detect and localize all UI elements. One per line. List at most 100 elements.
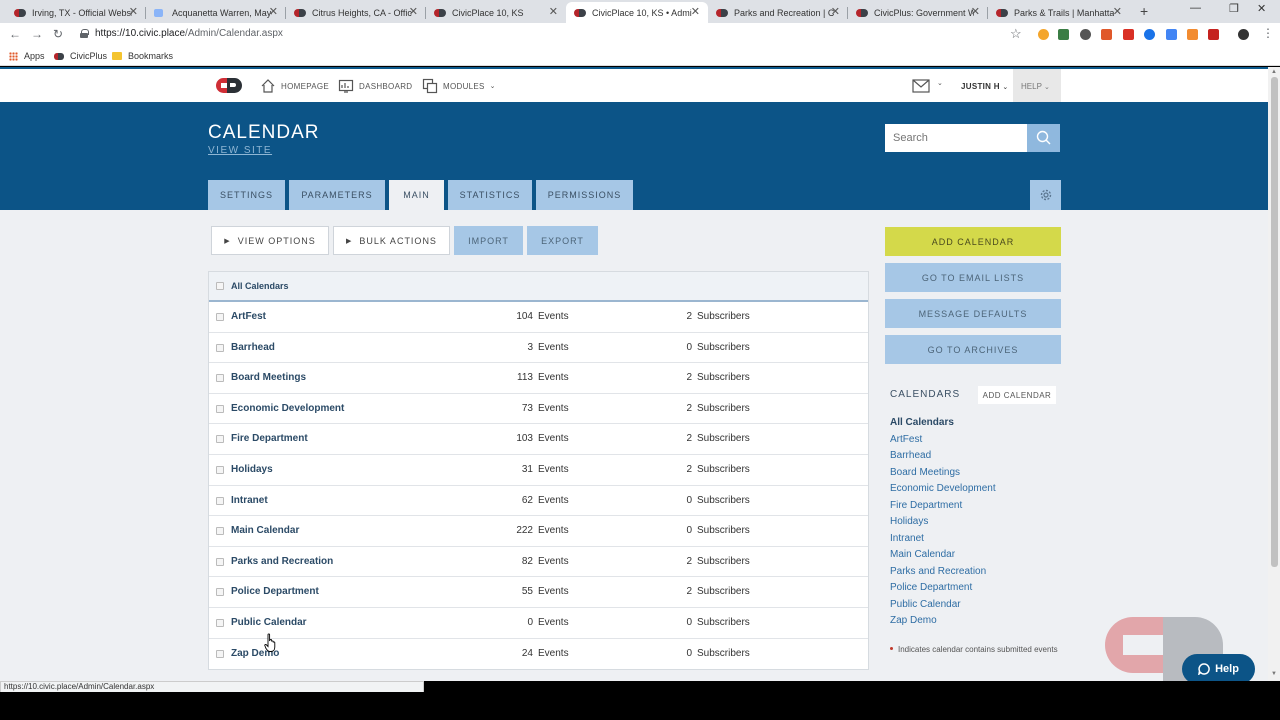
minimize-icon[interactable]: — bbox=[1190, 2, 1201, 14]
calendar-name-link[interactable]: Economic Development bbox=[231, 403, 344, 414]
sidebar-add-calendar-button[interactable]: ADD CALENDAR bbox=[978, 386, 1056, 404]
window-close-icon[interactable]: ✕ bbox=[1257, 2, 1266, 15]
browser-tab[interactable]: Parks & Trails | Manhattan ✕ bbox=[988, 2, 1130, 23]
page-scrollbar[interactable]: ▲ ▼ bbox=[1268, 67, 1280, 681]
sidebar-calendar-link[interactable]: Public Calendar bbox=[890, 599, 996, 616]
nav-dashboard[interactable]: DASHBOARD bbox=[338, 78, 412, 94]
calendar-name-link[interactable]: ArtFest bbox=[231, 311, 266, 322]
bulk-actions-button[interactable]: ▶ BULK ACTIONS bbox=[333, 226, 450, 255]
civicplus-logo[interactable] bbox=[216, 78, 242, 93]
url-field[interactable]: https://10.civic.place/Admin/Calendar.as… bbox=[95, 28, 283, 39]
close-icon[interactable]: ✕ bbox=[409, 5, 418, 18]
bookmark-folder[interactable]: Bookmarks bbox=[112, 51, 173, 61]
browser-tab[interactable]: Parks and Recreation | Civic ✕ bbox=[708, 2, 848, 23]
calendar-name-link[interactable]: Board Meetings bbox=[231, 372, 306, 383]
new-tab-icon[interactable]: + bbox=[1140, 3, 1148, 19]
row-checkbox[interactable] bbox=[216, 343, 224, 352]
tab-settings[interactable]: SETTINGS bbox=[208, 180, 285, 210]
message-defaults-button[interactable]: MESSAGE DEFAULTS bbox=[885, 299, 1061, 328]
close-icon[interactable]: ✕ bbox=[971, 5, 980, 18]
browser-tab[interactable]: Acquanetta Warren, Mayor ✕ bbox=[146, 2, 286, 23]
browser-menu-icon[interactable]: ⋮ bbox=[1262, 26, 1274, 40]
close-icon[interactable]: ✕ bbox=[269, 5, 278, 18]
row-checkbox[interactable] bbox=[216, 496, 224, 505]
bookmark-civicplus[interactable]: CivicPlus bbox=[54, 51, 107, 61]
extension-icon[interactable] bbox=[1208, 29, 1219, 40]
calendar-name-link[interactable]: Fire Department bbox=[231, 433, 308, 444]
browser-tab[interactable]: CivicPlace 10, KS ✕ bbox=[426, 2, 566, 23]
view-options-button[interactable]: ▶ VIEW OPTIONS bbox=[211, 226, 329, 255]
back-arrow-icon[interactable]: ← bbox=[9, 27, 21, 41]
archives-button[interactable]: GO TO ARCHIVES bbox=[885, 335, 1061, 364]
sidebar-calendar-link[interactable]: Barrhead bbox=[890, 450, 996, 467]
view-site-link[interactable]: VIEW SITE bbox=[208, 145, 272, 156]
user-menu[interactable]: JUSTIN H ⌄ bbox=[961, 82, 1009, 91]
help-menu[interactable]: HELP ⌄ bbox=[1013, 69, 1061, 102]
profile-avatar-icon[interactable] bbox=[1238, 29, 1249, 40]
row-checkbox[interactable] bbox=[216, 618, 224, 627]
tab-parameters[interactable]: PARAMETERS bbox=[289, 180, 385, 210]
row-checkbox[interactable] bbox=[216, 435, 224, 444]
calendar-name-link[interactable]: Main Calendar bbox=[231, 525, 299, 536]
browser-tab-active[interactable]: CivicPlace 10, KS • Admin ✕ bbox=[566, 2, 708, 23]
row-checkbox[interactable] bbox=[216, 527, 224, 536]
calendar-name-link[interactable]: Holidays bbox=[231, 464, 273, 475]
row-checkbox[interactable] bbox=[216, 374, 224, 383]
nav-homepage[interactable]: HOMEPAGE bbox=[260, 78, 329, 94]
nav-modules[interactable]: MODULES ⌄ bbox=[422, 78, 496, 94]
extension-icon[interactable] bbox=[1144, 29, 1155, 40]
help-widget-button[interactable]: Help bbox=[1182, 654, 1255, 681]
row-checkbox[interactable] bbox=[216, 313, 224, 321]
extension-icon[interactable] bbox=[1058, 29, 1069, 40]
calendar-name-link[interactable]: Police Department bbox=[231, 586, 319, 597]
close-icon[interactable]: ✕ bbox=[549, 5, 558, 18]
module-settings-button[interactable] bbox=[1030, 180, 1061, 210]
close-icon[interactable]: ✕ bbox=[129, 5, 138, 18]
search-button[interactable] bbox=[1027, 124, 1060, 152]
tab-main[interactable]: MAIN bbox=[389, 180, 444, 210]
export-button[interactable]: EXPORT bbox=[527, 226, 598, 255]
row-checkbox[interactable] bbox=[216, 588, 224, 597]
row-checkbox[interactable] bbox=[216, 404, 224, 413]
close-icon[interactable]: ✕ bbox=[691, 5, 700, 18]
tab-permissions[interactable]: PERMISSIONS bbox=[536, 180, 633, 210]
email-lists-button[interactable]: GO TO EMAIL LISTS bbox=[885, 263, 1061, 292]
calendar-name-link[interactable]: Intranet bbox=[231, 495, 268, 506]
browser-tab[interactable]: CivicPlus: Government Web ✕ bbox=[848, 2, 988, 23]
search-input[interactable] bbox=[885, 124, 1027, 152]
row-checkbox[interactable] bbox=[216, 649, 224, 658]
row-checkbox[interactable] bbox=[216, 557, 224, 566]
sidebar-calendar-link[interactable]: Fire Department bbox=[890, 500, 996, 517]
forward-arrow-icon[interactable]: → bbox=[31, 27, 43, 41]
sidebar-calendar-link[interactable]: Holidays bbox=[890, 516, 996, 533]
bookmark-star-icon[interactable]: ☆ bbox=[1010, 26, 1022, 42]
extension-icon[interactable] bbox=[1187, 29, 1198, 40]
messages-button[interactable]: ⌄ bbox=[912, 79, 943, 98]
sidebar-calendar-link[interactable]: Parks and Recreation bbox=[890, 566, 996, 583]
sidebar-calendar-link[interactable]: Intranet bbox=[890, 533, 996, 550]
reload-icon[interactable]: ↻ bbox=[53, 27, 63, 41]
extension-icon[interactable] bbox=[1166, 29, 1177, 40]
extension-icon[interactable] bbox=[1080, 29, 1091, 40]
scroll-down-icon[interactable]: ▼ bbox=[1271, 671, 1277, 677]
sidebar-calendar-link[interactable]: Zap Demo bbox=[890, 615, 996, 632]
extension-icon[interactable] bbox=[1101, 29, 1112, 40]
bookmark-apps[interactable]: Apps bbox=[9, 51, 45, 61]
row-checkbox[interactable] bbox=[216, 465, 224, 474]
import-button[interactable]: IMPORT bbox=[454, 226, 523, 255]
close-icon[interactable]: ✕ bbox=[1113, 5, 1122, 18]
close-icon[interactable]: ✕ bbox=[831, 5, 840, 18]
scroll-up-icon[interactable]: ▲ bbox=[1271, 69, 1277, 75]
calendar-name-link[interactable]: Parks and Recreation bbox=[231, 556, 333, 567]
restore-icon[interactable]: ❐ bbox=[1229, 2, 1239, 15]
sidebar-calendar-link[interactable]: All Calendars bbox=[890, 417, 996, 434]
browser-tab[interactable]: Irving, TX - Official Website ✕ bbox=[6, 2, 146, 23]
sidebar-calendar-link[interactable]: Police Department bbox=[890, 582, 996, 599]
extension-icon[interactable] bbox=[1123, 29, 1134, 40]
add-calendar-button[interactable]: ADD CALENDAR bbox=[885, 227, 1061, 256]
sidebar-calendar-link[interactable]: Board Meetings bbox=[890, 467, 996, 484]
calendar-name-link[interactable]: Barrhead bbox=[231, 342, 275, 353]
sidebar-calendar-link[interactable]: Economic Development bbox=[890, 483, 996, 500]
sidebar-calendar-link[interactable]: Main Calendar bbox=[890, 549, 996, 566]
select-all-checkbox[interactable] bbox=[216, 282, 224, 290]
